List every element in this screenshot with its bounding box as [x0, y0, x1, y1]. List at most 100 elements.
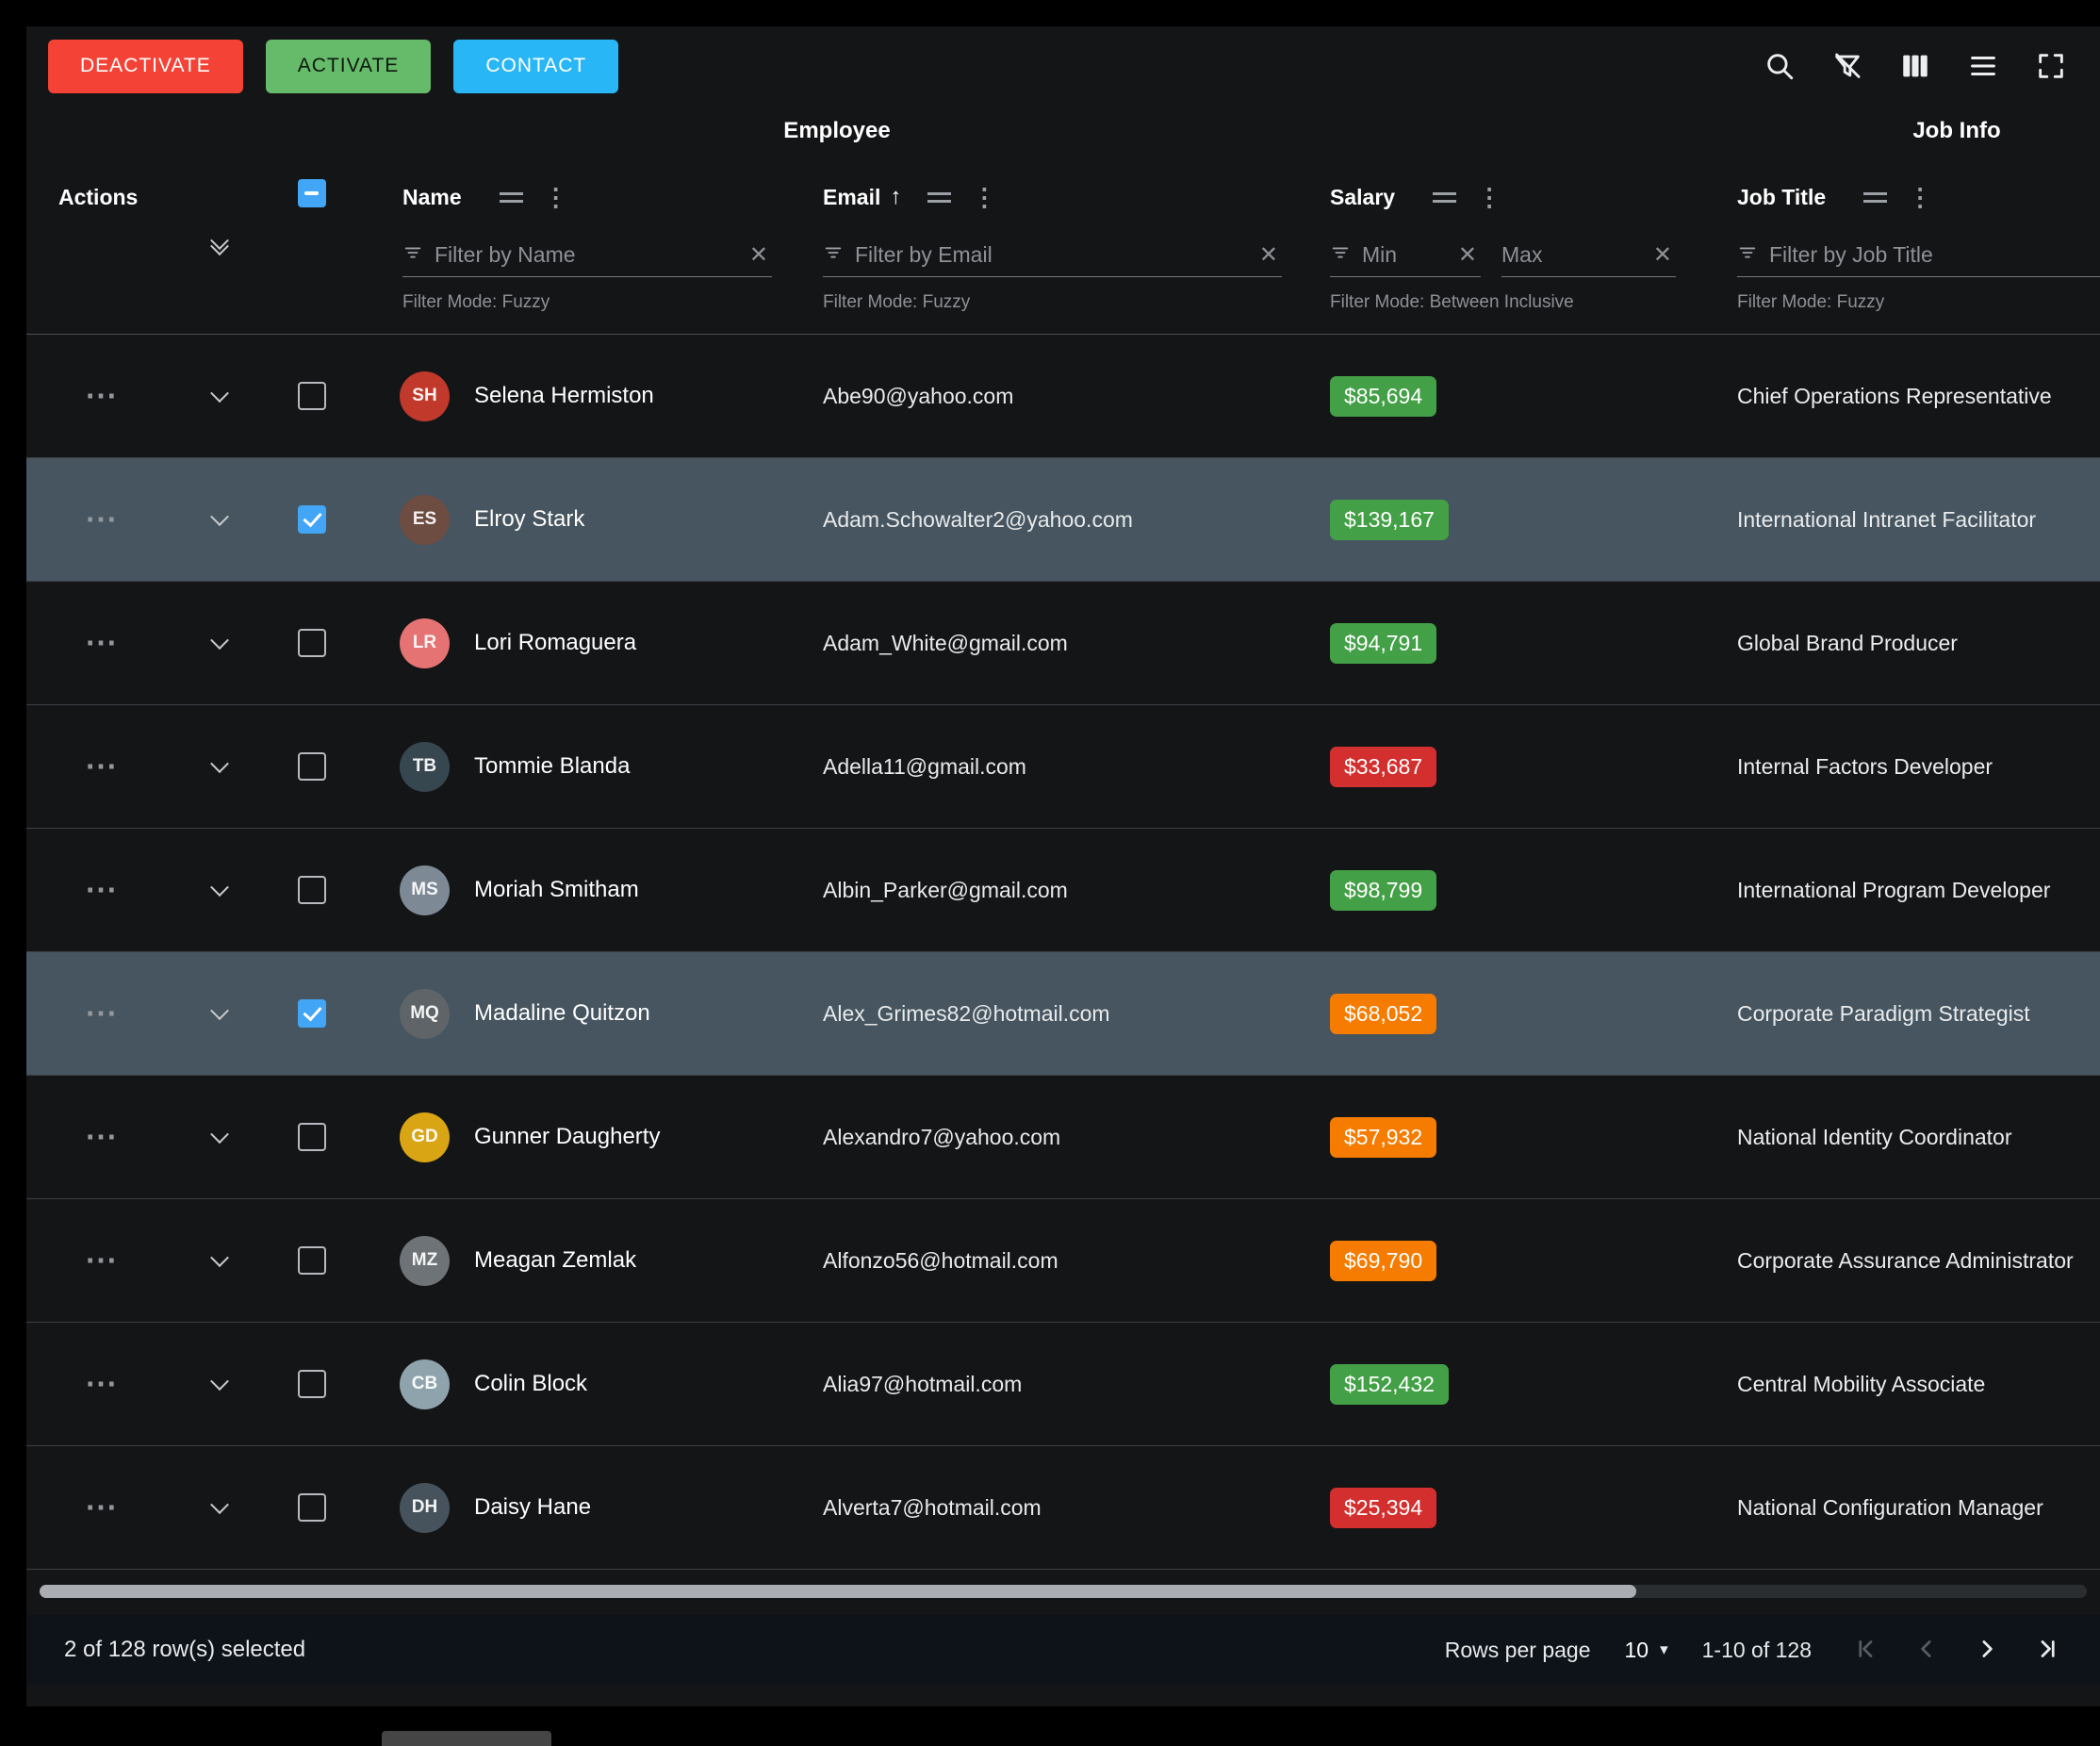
filter-mode-label: Filter Mode: Fuzzy — [823, 292, 1291, 313]
salary-badge: $68,052 — [1330, 994, 1436, 1034]
density-button[interactable] — [1961, 43, 2006, 89]
first-page-icon — [1852, 1635, 1880, 1666]
row-actions-button[interactable]: ⋯ — [85, 1244, 119, 1277]
job-title-column-header[interactable]: Job Title — [1737, 185, 1826, 210]
row-actions-button[interactable]: ⋯ — [85, 380, 119, 412]
row-expand-button[interactable] — [213, 1377, 226, 1391]
column-menu-icon[interactable]: ⋮ — [544, 185, 568, 209]
row-actions-button[interactable]: ⋯ — [85, 997, 119, 1029]
row-actions-button[interactable]: ⋯ — [85, 874, 119, 906]
employee-name: Selena Hermiston — [474, 383, 654, 409]
rows-per-page-select[interactable]: 10 ▾ — [1624, 1638, 1667, 1663]
selection-summary: 2 of 128 row(s) selected — [64, 1637, 305, 1663]
last-page-button[interactable] — [2026, 1629, 2068, 1671]
row-checkbox[interactable] — [298, 752, 326, 781]
row-expand-button[interactable] — [213, 1501, 226, 1514]
drag-handle-icon[interactable] — [1863, 192, 1887, 203]
row-expand-button[interactable] — [213, 636, 226, 650]
last-page-icon — [2033, 1635, 2061, 1666]
clear-filter-icon[interactable]: ✕ — [1649, 241, 1676, 269]
deactivate-button[interactable]: DEACTIVATE — [48, 40, 243, 93]
chevron-down-icon — [210, 1125, 229, 1144]
sort-asc-icon[interactable]: ↑ — [890, 184, 901, 210]
row-checkbox[interactable] — [298, 1370, 326, 1398]
row-checkbox[interactable] — [298, 505, 326, 534]
avatar: DH — [400, 1483, 450, 1533]
chevron-down-icon — [210, 1495, 229, 1514]
salary-column-header[interactable]: Salary — [1330, 185, 1395, 210]
table-row: ⋯ LRLori Romaguera Adam_White@gmail.com … — [26, 582, 2100, 705]
search-button[interactable] — [1757, 43, 1802, 89]
row-checkbox[interactable] — [298, 382, 326, 410]
columns-button[interactable] — [1893, 43, 1938, 89]
table-row: ⋯ GDGunner Daugherty Alexandro7@yahoo.co… — [26, 1076, 2100, 1199]
column-menu-icon[interactable]: ⋮ — [972, 185, 996, 209]
table-row: ⋯ MZMeagan Zemlak Alfonzo56@hotmail.com … — [26, 1199, 2100, 1323]
expand-all-button[interactable] — [213, 179, 226, 313]
row-expand-button[interactable] — [213, 883, 226, 897]
table-toolbar: DEACTIVATE ACTIVATE CONTACT — [26, 26, 2100, 106]
filter-mode-label: Filter Mode: Between Inclusive — [1330, 292, 1706, 313]
select-all-checkbox[interactable] — [298, 179, 326, 207]
row-expand-button[interactable] — [213, 760, 226, 773]
first-page-button[interactable] — [1846, 1629, 1887, 1671]
drag-handle-icon[interactable] — [500, 192, 523, 203]
avatar: ES — [400, 495, 450, 545]
employee-name: Meagan Zemlak — [474, 1247, 636, 1274]
clear-filter-icon[interactable]: ✕ — [746, 241, 772, 269]
previous-page-button[interactable] — [1906, 1629, 1947, 1671]
row-actions-button[interactable]: ⋯ — [85, 627, 119, 659]
row-expand-button[interactable] — [213, 513, 226, 526]
name-filter-input[interactable] — [435, 242, 734, 268]
clear-filter-icon[interactable]: ✕ — [1255, 241, 1282, 269]
row-checkbox[interactable] — [298, 629, 326, 657]
column-menu-icon[interactable]: ⋮ — [1477, 185, 1501, 209]
avatar: CB — [400, 1359, 450, 1409]
employee-name: Gunner Daugherty — [474, 1124, 660, 1150]
clear-filter-icon[interactable]: ✕ — [1454, 241, 1481, 269]
row-checkbox[interactable] — [298, 876, 326, 904]
activate-button[interactable]: ACTIVATE — [266, 40, 432, 93]
chevron-right-icon — [1973, 1635, 2001, 1666]
avatar: MS — [400, 865, 450, 915]
row-actions-button[interactable]: ⋯ — [85, 1368, 119, 1400]
row-expand-button[interactable] — [213, 1254, 226, 1267]
avatar: TB — [400, 742, 450, 792]
fullscreen-button[interactable] — [2028, 43, 2074, 89]
drag-handle-icon[interactable] — [927, 192, 951, 203]
row-actions-button[interactable]: ⋯ — [85, 750, 119, 782]
job-title-filter-input[interactable] — [1769, 242, 2100, 268]
employee-name: Daisy Hane — [474, 1494, 591, 1521]
employee-name: Lori Romaguera — [474, 630, 636, 656]
row-actions-button[interactable]: ⋯ — [85, 1121, 119, 1153]
salary-badge: $85,694 — [1330, 376, 1436, 417]
row-expand-button[interactable] — [213, 1130, 226, 1144]
salary-min-input[interactable] — [1362, 242, 1443, 268]
filter-toggle-button[interactable] — [1825, 43, 1870, 89]
row-actions-button[interactable]: ⋯ — [85, 503, 119, 535]
more-horiz-icon: ⋯ — [85, 750, 119, 782]
salary-max-input[interactable] — [1501, 242, 1638, 268]
row-checkbox[interactable] — [298, 1123, 326, 1151]
row-actions-button[interactable]: ⋯ — [85, 1491, 119, 1524]
job-title: National Identity Coordinator — [1737, 1125, 2012, 1149]
horizontal-scrollbar[interactable] — [40, 1585, 2087, 1598]
row-checkbox[interactable] — [298, 1246, 326, 1275]
job-title: National Configuration Manager — [1737, 1495, 2043, 1520]
contact-button[interactable]: CONTACT — [453, 40, 618, 93]
row-checkbox[interactable] — [298, 999, 326, 1028]
density-icon — [1967, 50, 1999, 82]
employee-email: Adam.Schowalter2@yahoo.com — [823, 507, 1133, 532]
email-column-header[interactable]: Email — [823, 185, 880, 210]
name-column-header[interactable]: Name — [402, 185, 462, 210]
drag-handle-icon[interactable] — [1433, 192, 1456, 203]
row-expand-button[interactable] — [213, 389, 226, 403]
scrollbar-thumb[interactable] — [40, 1585, 1636, 1598]
email-filter-input[interactable] — [855, 242, 1244, 268]
next-page-button[interactable] — [1966, 1629, 2008, 1671]
chevron-down-icon — [210, 507, 229, 526]
employee-name: Tommie Blanda — [474, 753, 630, 780]
row-expand-button[interactable] — [213, 1007, 226, 1020]
row-checkbox[interactable] — [298, 1493, 326, 1522]
column-menu-icon[interactable]: ⋮ — [1908, 185, 1932, 209]
